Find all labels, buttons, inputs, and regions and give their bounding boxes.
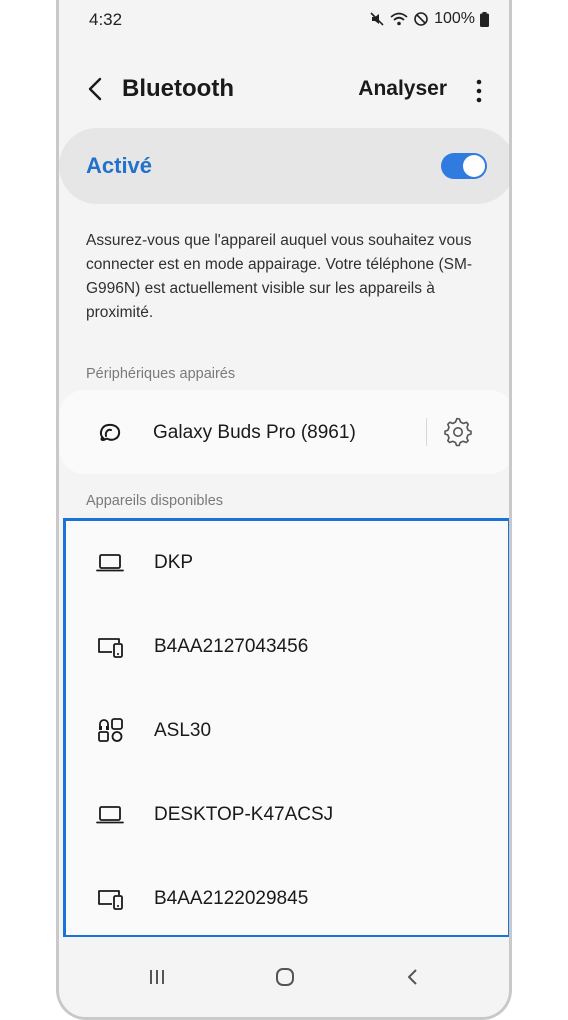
visibility-description: Assurez-vous que l'appareil auquel vous … [86,232,473,321]
bluetooth-switch[interactable] [441,153,487,179]
available-device-item[interactable]: B4AA2127043456 [66,605,508,689]
available-device-item[interactable]: DESKTOP-K47ACSJ [66,773,508,857]
battery-icon [480,11,489,27]
battery-percent: 100% [434,10,475,27]
system-nav-bar [59,937,509,1017]
laptop-icon [93,545,127,579]
paired-device-name: Galaxy Buds Pro (8961) [153,422,356,443]
device-name: B4AA2127043456 [154,636,309,657]
bluetooth-toggle-card[interactable]: Activé [59,128,509,204]
page-title: Bluetooth [122,75,234,102]
available-section-label: Appareils disponibles [86,493,224,509]
recent-apps-icon[interactable] [139,959,175,995]
status-time: 4:32 [89,10,123,29]
home-icon[interactable] [267,959,303,995]
back-nav-icon[interactable] [395,959,431,995]
laptop-icon [93,797,127,831]
available-devices-list: DKP B4AA2127043456 ASL30 DESKTOP-K47ACSJ… [63,518,509,941]
wifi-icon [390,12,408,26]
multi-device-icon [93,881,127,915]
status-bar: 4:32 100% [59,0,509,40]
device-name: DKP [154,552,194,573]
switch-knob [463,155,485,177]
multi-device-icon [93,629,127,663]
vertical-divider [426,418,427,446]
device-name: ASL30 [154,720,212,741]
do-not-disturb-icon [414,12,428,26]
available-device-item[interactable]: B4AA2122029845 [66,857,508,941]
paired-section-label: Périphériques appairés [86,366,236,382]
available-device-item[interactable]: DKP [66,521,508,605]
paired-device-item[interactable]: Galaxy Buds Pro (8961) [59,390,509,474]
status-icons: 100% [369,10,489,28]
back-arrow-icon[interactable] [81,74,111,104]
earbuds-icon [93,415,127,449]
device-name: DESKTOP-K47ACSJ [154,804,334,825]
app-header: Bluetooth Analyser [59,60,509,120]
gear-icon[interactable] [440,415,474,449]
other-devices-icon [93,713,127,747]
device-name: B4AA2122029845 [154,888,309,909]
mute-icon [370,12,384,26]
scan-button[interactable]: Analyser [358,77,447,101]
bluetooth-status-label: Activé [86,153,153,178]
phone-frame: 4:32 100% Bluetooth Analyser Activé Assu… [56,0,512,1020]
available-device-item[interactable]: ASL30 [66,689,508,773]
more-options-icon[interactable] [473,77,485,105]
